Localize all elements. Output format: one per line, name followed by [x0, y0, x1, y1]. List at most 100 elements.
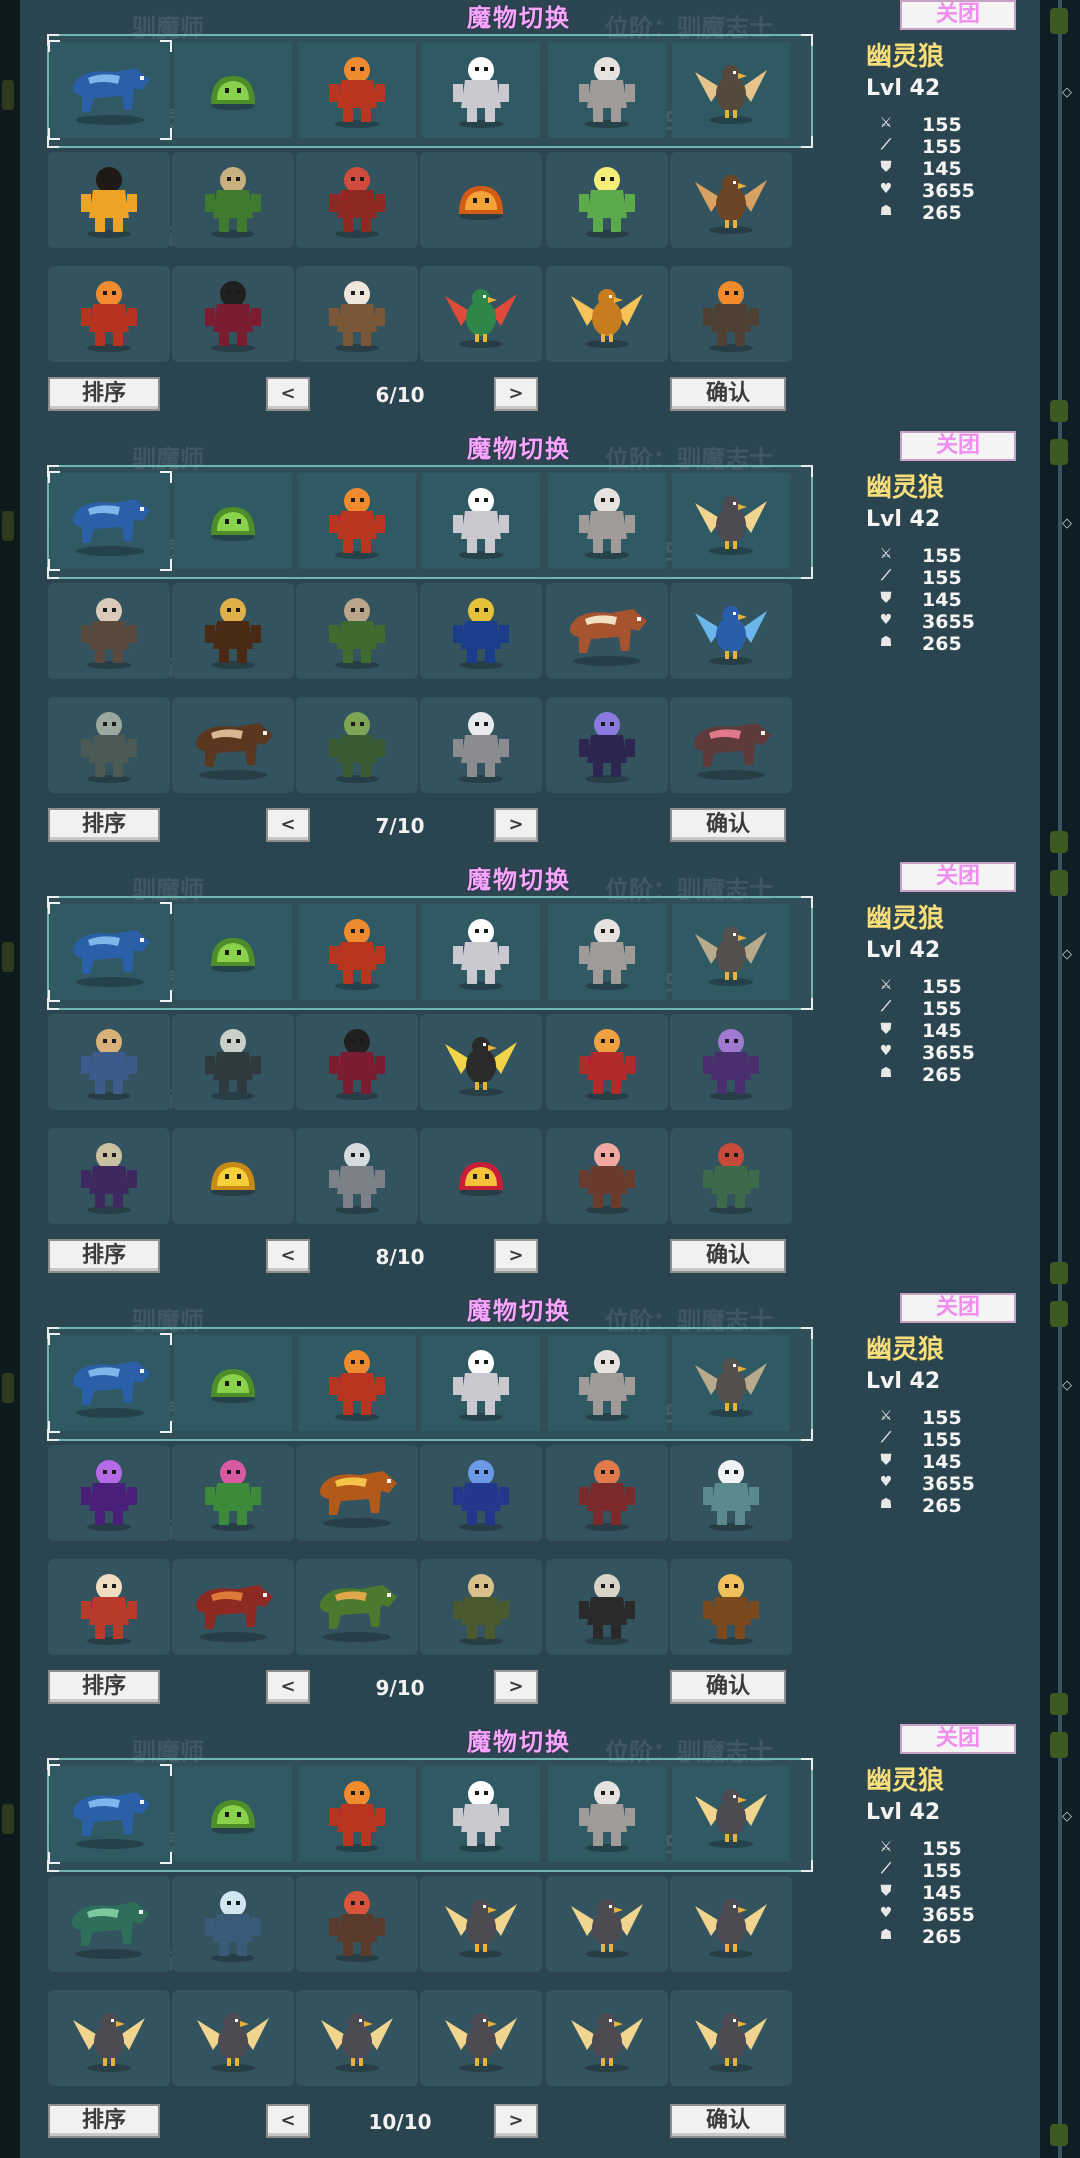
team-slot-gray-eagle[interactable] — [672, 904, 790, 1000]
team-slot-ghost-wolf[interactable] — [48, 1333, 172, 1433]
monster-slot-dark-witch[interactable] — [172, 266, 294, 362]
close-button[interactable]: 关团 — [900, 431, 1016, 461]
prev-page-button[interactable]: < — [266, 2104, 310, 2138]
sort-button[interactable]: 排序 — [48, 377, 160, 411]
team-slot-rock-golem[interactable] — [548, 904, 666, 1000]
chevron-left-icon[interactable]: ◇ — [1062, 86, 1076, 100]
monster-slot-red-ogre[interactable] — [546, 1445, 668, 1541]
team-slot-eagle[interactable] — [672, 42, 790, 138]
team-slot-cat-knight[interactable] — [422, 1335, 540, 1431]
monster-slot-blue-warrior[interactable] — [48, 1014, 170, 1110]
monster-slot-pink-brute[interactable] — [546, 1128, 668, 1224]
monster-slot-purple-spider[interactable] — [670, 1014, 792, 1110]
monster-slot-king-slime[interactable] — [420, 1128, 542, 1224]
monster-slot-white-eagle[interactable] — [296, 1990, 418, 2086]
monster-slot-moss-golem[interactable] — [296, 697, 418, 793]
chevron-left-icon[interactable]: ◇ — [1062, 1810, 1076, 1824]
monster-slot-yellow-slime[interactable] — [172, 1128, 294, 1224]
prev-page-button[interactable]: < — [266, 1670, 310, 1704]
monster-slot-red-demon[interactable] — [546, 1014, 668, 1110]
team-slot-green-slime[interactable] — [174, 473, 292, 569]
sort-button[interactable]: 排序 — [48, 1670, 160, 1704]
monster-slot-locust-knight[interactable] — [670, 1559, 792, 1655]
monster-slot-white-spider[interactable] — [420, 697, 542, 793]
close-button[interactable]: 关团 — [900, 1724, 1016, 1754]
monster-slot-golden-dragonfly[interactable] — [546, 266, 668, 362]
team-slot-rock-golem[interactable] — [548, 42, 666, 138]
team-slot-lava-bug[interactable] — [298, 1335, 416, 1431]
monster-slot-gray-ape[interactable] — [48, 697, 170, 793]
monster-slot-silver-worm[interactable] — [296, 1128, 418, 1224]
monster-slot-white-eagle[interactable] — [670, 1990, 792, 2086]
monster-slot-shadow-serpent[interactable] — [172, 1014, 294, 1110]
close-button[interactable]: 关团 — [900, 0, 1016, 30]
confirm-button[interactable]: 确认 — [670, 1239, 786, 1273]
monster-slot-turtle-rider[interactable] — [420, 1559, 542, 1655]
team-slot-white-eagle[interactable] — [672, 1766, 790, 1862]
monster-slot-white-cat[interactable] — [296, 266, 418, 362]
monster-slot-red-lizard[interactable] — [296, 152, 418, 248]
monster-slot-fire-wizard[interactable] — [670, 266, 792, 362]
team-slot-green-slime[interactable] — [174, 1335, 292, 1431]
team-slot-cat-knight[interactable] — [422, 473, 540, 569]
sort-button[interactable]: 排序 — [48, 1239, 160, 1273]
team-slot-cat-knight[interactable] — [422, 1766, 540, 1862]
next-page-button[interactable]: > — [494, 377, 538, 411]
team-slot-lava-bug[interactable] — [298, 1766, 416, 1862]
monster-slot-bone-dragon[interactable] — [546, 1559, 668, 1655]
monster-slot-fire-mammoth[interactable] — [296, 1445, 418, 1541]
next-page-button[interactable]: > — [494, 1239, 538, 1273]
prev-page-button[interactable]: < — [266, 1239, 310, 1273]
confirm-button[interactable]: 确认 — [670, 377, 786, 411]
monster-slot-crystal-mage[interactable] — [546, 697, 668, 793]
monster-slot-white-eagle[interactable] — [546, 1990, 668, 2086]
chevron-left-icon[interactable]: ◇ — [1062, 948, 1076, 962]
sort-button[interactable]: 排序 — [48, 808, 160, 842]
monster-slot-lantern-fairy[interactable] — [546, 152, 668, 248]
monster-slot-dark-witch[interactable] — [296, 1014, 418, 1110]
monster-slot-green-bird[interactable] — [420, 266, 542, 362]
prev-page-button[interactable]: < — [266, 808, 310, 842]
monster-slot-eyeball-spider[interactable] — [48, 583, 170, 679]
monster-slot-pink-bull[interactable] — [670, 697, 792, 793]
monster-slot-cloud-monk[interactable] — [670, 1445, 792, 1541]
team-slot-ghost-wolf[interactable] — [48, 471, 172, 571]
monster-slot-brown-eagle[interactable] — [670, 152, 792, 248]
team-slot-rock-golem[interactable] — [548, 1335, 666, 1431]
monster-slot-zombie-spearman[interactable] — [670, 1128, 792, 1224]
monster-slot-mushroom-man[interactable] — [48, 1559, 170, 1655]
monster-slot-purple-wraith[interactable] — [48, 1445, 170, 1541]
monster-slot-white-eagle[interactable] — [670, 1876, 792, 1972]
team-slot-cat-knight[interactable] — [422, 42, 540, 138]
monster-slot-blue-ninja[interactable] — [420, 1445, 542, 1541]
team-slot-lava-bug[interactable] — [298, 473, 416, 569]
chevron-left-icon[interactable]: ◇ — [1062, 517, 1076, 531]
team-slot-green-slime[interactable] — [174, 42, 292, 138]
close-button[interactable]: 关团 — [900, 862, 1016, 892]
next-page-button[interactable]: > — [494, 2104, 538, 2138]
sort-button[interactable]: 排序 — [48, 2104, 160, 2138]
team-slot-ghost-wolf[interactable] — [48, 902, 172, 1002]
prev-page-button[interactable]: < — [266, 377, 310, 411]
monster-slot-brown-bear[interactable] — [172, 697, 294, 793]
chevron-left-icon[interactable]: ◇ — [1062, 1379, 1076, 1393]
monster-slot-red-dragon[interactable] — [48, 266, 170, 362]
team-slot-green-slime[interactable] — [174, 1766, 292, 1862]
team-slot-rock-golem[interactable] — [548, 1766, 666, 1862]
monster-slot-triceratops[interactable] — [296, 1559, 418, 1655]
team-slot-lava-bug[interactable] — [298, 904, 416, 1000]
team-slot-green-slime[interactable] — [174, 904, 292, 1000]
next-page-button[interactable]: > — [494, 808, 538, 842]
monster-slot-blue-manta[interactable] — [670, 583, 792, 679]
monster-slot-white-eagle[interactable] — [48, 1990, 170, 2086]
confirm-button[interactable]: 确认 — [670, 1670, 786, 1704]
team-slot-lava-bug[interactable] — [298, 42, 416, 138]
monster-slot-goblin-rider[interactable] — [296, 583, 418, 679]
monster-slot-green-dinosaur[interactable] — [48, 1876, 170, 1972]
team-slot-ghost-wolf[interactable] — [48, 40, 172, 140]
monster-slot-deer-horse[interactable] — [546, 583, 668, 679]
monster-slot-treasure-mimic[interactable] — [172, 583, 294, 679]
confirm-button[interactable]: 确认 — [670, 2104, 786, 2138]
monster-slot-orange-slime[interactable] — [420, 152, 542, 248]
team-slot-ghost-wolf[interactable] — [48, 1764, 172, 1864]
